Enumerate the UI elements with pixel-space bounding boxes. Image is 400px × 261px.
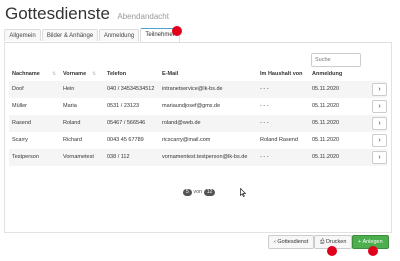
table-row: Müller Maria 0531 / 23123 mariaundjosef@… <box>9 98 387 115</box>
cell-telefon: 0531 / 23123 <box>107 103 140 109</box>
cell-vorname: Maria <box>63 103 77 109</box>
column-header-email[interactable]: E-Mail <box>162 71 178 77</box>
tab-bilder-anhaenge[interactable]: Bilder & Anhänge <box>42 29 98 41</box>
cell-nachname: Scarry <box>12 137 28 143</box>
cell-email: intranetservice@lk-bs.de <box>162 86 223 92</box>
cell-anmeldung: 05.11.2020 <box>312 86 340 92</box>
row-detail-button[interactable]: › <box>372 83 387 96</box>
cell-email: roland@web.de <box>162 120 201 126</box>
tab-anmeldung[interactable]: Anmeldung <box>99 29 139 41</box>
printer-icon: ⎙ <box>320 239 325 245</box>
cell-haushalt: - - - <box>260 103 269 109</box>
chevron-right-icon: › <box>378 154 381 161</box>
pagination: 5 von 12 <box>183 189 216 196</box>
row-detail-button[interactable]: › <box>372 100 387 113</box>
row-detail-button[interactable]: › <box>372 117 387 130</box>
cell-vorname: Hein <box>63 86 75 92</box>
annotation-marker <box>327 246 337 256</box>
cell-vorname: Richard <box>63 137 82 143</box>
cell-anmeldung: 05.11.2020 <box>312 137 340 143</box>
column-header-telefon[interactable]: Telefon <box>107 71 126 77</box>
cell-nachname: Müller <box>12 103 27 109</box>
cell-telefon: 0043 45 67789 <box>107 137 144 143</box>
page-header: Gottesdienste Abendandacht <box>5 4 169 24</box>
table-row: Testperson Vornametest 038 / 112 vorname… <box>9 149 387 166</box>
chevron-left-icon: ‹ <box>274 239 276 245</box>
cell-haushalt: Roland Rasend <box>260 137 298 143</box>
chevron-right-icon: › <box>378 103 381 110</box>
page-current[interactable]: 5 <box>183 189 192 196</box>
cell-anmeldung: 05.11.2020 <box>312 103 340 109</box>
column-header-vorname[interactable]: Vorname <box>63 71 86 77</box>
cell-email: mariaundjosef@gmx.de <box>162 103 221 109</box>
column-header-haushalt[interactable]: Im Haushalt von <box>260 71 302 77</box>
mouse-cursor-icon <box>240 188 246 197</box>
search-input[interactable] <box>311 53 361 67</box>
cell-vorname: Roland <box>63 120 81 126</box>
cell-nachname: Testperson <box>12 154 39 160</box>
chevron-right-icon: › <box>378 137 381 144</box>
cell-nachname: Rasend <box>12 120 31 126</box>
cell-email: ricscarry@mail.com <box>162 137 211 143</box>
column-header-anmeldung[interactable]: Anmeldung <box>312 71 342 77</box>
page-subtitle: Abendandacht <box>117 12 169 21</box>
cell-haushalt: - - - <box>260 86 269 92</box>
cell-email: vornamentest.testperson@lk-bs.de <box>162 154 248 160</box>
cell-nachname: Doof <box>12 86 24 92</box>
column-header-nachname[interactable]: Nachname <box>12 71 40 77</box>
table-row: Doof Hein 040 / 34534534512 intranetserv… <box>9 81 387 98</box>
cell-anmeldung: 05.11.2020 <box>312 120 340 126</box>
table-row: Scarry Richard 0043 45 67789 ricscarry@m… <box>9 132 387 149</box>
plus-icon: + <box>358 239 362 245</box>
add-button-label: Anlegen <box>362 239 383 245</box>
back-button-label: Gottesdienst <box>277 239 309 245</box>
print-button-label: Drucken <box>325 239 347 245</box>
page-total[interactable]: 12 <box>203 189 216 196</box>
table-header: Nachname ⇅ Vorname ⇅ Telefon E-Mail Im H… <box>9 68 387 82</box>
annotation-marker <box>172 26 182 36</box>
cell-vorname: Vornametest <box>63 154 94 160</box>
cell-telefon: 05467 / 566546 <box>107 120 146 126</box>
row-detail-button[interactable]: › <box>372 134 387 147</box>
row-detail-button[interactable]: › <box>372 151 387 164</box>
cell-telefon: 038 / 112 <box>107 154 130 160</box>
sort-icon[interactable]: ⇅ <box>92 71 96 77</box>
page-separator: von <box>193 189 203 195</box>
cell-haushalt: - - - <box>260 120 269 126</box>
cell-haushalt: - - - <box>260 154 269 160</box>
page-title: Gottesdienste <box>5 4 110 23</box>
chevron-right-icon: › <box>378 120 381 127</box>
cell-anmeldung: 05.11.2020 <box>312 154 340 160</box>
cell-telefon: 040 / 34534534512 <box>107 86 155 92</box>
tab-allgemein[interactable]: Allgemein <box>4 29 41 41</box>
table-row: Rasend Roland 05467 / 566546 roland@web.… <box>9 115 387 132</box>
chevron-right-icon: › <box>378 86 381 93</box>
back-to-gottesdienst-button[interactable]: ‹ Gottesdienst <box>268 235 315 249</box>
sort-icon[interactable]: ⇅ <box>52 71 56 77</box>
annotation-marker <box>368 246 378 256</box>
